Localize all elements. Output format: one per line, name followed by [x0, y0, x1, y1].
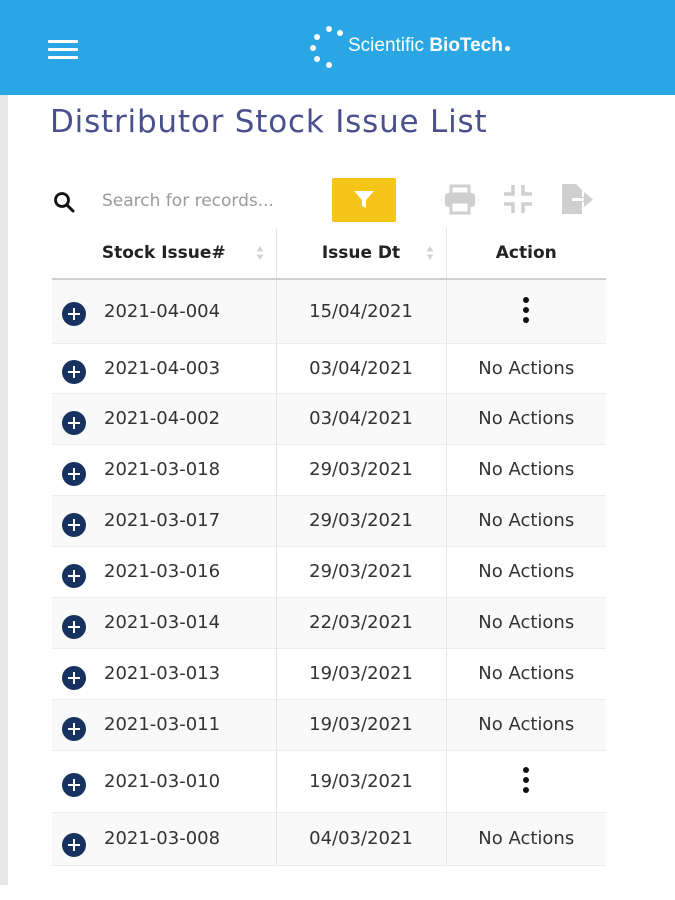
expand-row-icon[interactable]	[62, 614, 86, 639]
issue-date: 29/03/2021	[276, 546, 447, 598]
stock-issue-number: 2021-04-003	[104, 357, 221, 379]
stock-issue-cell: 2021-03-016	[52, 546, 277, 598]
stock-issue-cell: 2021-04-004	[52, 279, 277, 344]
expand-row-icon[interactable]	[62, 772, 86, 797]
more-actions-icon[interactable]	[514, 767, 538, 795]
expand-row-icon[interactable]	[62, 461, 86, 486]
no-actions-label: No Actions	[446, 699, 606, 751]
column-header-stock-issue[interactable]: Stock Issue#	[52, 228, 277, 280]
table-row[interactable]: 2021-03-016 29/03/2021 No Actions	[52, 546, 606, 598]
stock-issue-number: 2021-03-016	[104, 561, 221, 582]
collapse-icon[interactable]	[500, 181, 536, 217]
filter-icon	[354, 191, 374, 208]
stock-issue-cell: 2021-03-018	[52, 444, 277, 496]
expand-row-icon[interactable]	[62, 716, 86, 741]
brand-name-part1: Scientific	[348, 35, 425, 56]
issue-date: 19/03/2021	[276, 750, 447, 813]
column-header-issue-dt[interactable]: Issue Dt	[276, 228, 447, 280]
menu-icon[interactable]	[48, 40, 78, 60]
table-row[interactable]: 2021-03-014 22/03/2021 No Actions	[52, 597, 606, 649]
stock-issue-number: 2021-04-004	[104, 300, 221, 322]
table-row[interactable]: 2021-03-013 19/03/2021 No Actions	[52, 648, 606, 700]
no-actions-label: No Actions	[446, 812, 606, 866]
table-row[interactable]: 2021-04-004 15/04/2021	[52, 279, 606, 344]
expand-row-icon[interactable]	[62, 410, 86, 435]
column-header-action: Action	[446, 228, 606, 280]
no-actions-label: No Actions	[446, 343, 606, 394]
stock-issue-cell: 2021-03-014	[52, 597, 277, 649]
column-header-label: Stock Issue#	[101, 243, 226, 263]
brand-name-part2: BioTech	[429, 35, 503, 56]
table-row[interactable]: 2021-03-018 29/03/2021 No Actions	[52, 444, 606, 496]
expand-row-icon[interactable]	[62, 665, 86, 690]
brand-dot-icon	[504, 46, 510, 51]
expand-row-icon[interactable]	[62, 359, 86, 384]
table-row[interactable]: 2021-03-017 29/03/2021 No Actions	[52, 495, 606, 547]
issue-date: 22/03/2021	[276, 597, 447, 649]
no-actions-label: No Actions	[446, 495, 606, 547]
stock-issue-number: 2021-03-011	[104, 714, 221, 735]
stock-issue-number: 2021-03-010	[104, 770, 221, 792]
stock-issue-number: 2021-03-018	[104, 459, 221, 480]
page-title: Distributor Stock Issue List	[50, 104, 488, 140]
stock-issue-table: Stock Issue# Issue Dt Action 2021-04-004…	[52, 228, 606, 866]
issue-date: 03/04/2021	[276, 393, 447, 445]
issue-date: 29/03/2021	[276, 495, 447, 547]
table-row[interactable]: 2021-03-010 19/03/2021	[52, 750, 606, 813]
stock-issue-number: 2021-03-013	[104, 663, 221, 684]
issue-date: 15/04/2021	[276, 279, 447, 344]
table-row[interactable]: 2021-03-011 19/03/2021 No Actions	[52, 699, 606, 751]
stock-issue-cell: 2021-03-013	[52, 648, 277, 700]
expand-row-icon[interactable]	[62, 512, 86, 537]
column-header-label: Issue Dt	[321, 243, 401, 263]
issue-date: 19/03/2021	[276, 648, 447, 700]
logo-mark-icon	[306, 24, 350, 72]
stock-issue-cell: 2021-03-008	[52, 812, 277, 866]
table-row[interactable]: 2021-03-008 04/03/2021 No Actions	[52, 812, 606, 866]
stock-issue-number: 2021-03-017	[104, 510, 221, 531]
stock-issue-number: 2021-04-002	[104, 408, 221, 429]
issue-date: 03/04/2021	[276, 343, 447, 394]
stock-issue-number: 2021-03-008	[104, 828, 221, 849]
no-actions-label: No Actions	[446, 597, 606, 649]
stock-issue-number: 2021-03-014	[104, 612, 221, 633]
table-header-row: Stock Issue# Issue Dt Action	[52, 228, 606, 280]
expand-row-icon[interactable]	[62, 302, 86, 326]
more-actions-icon[interactable]	[514, 297, 538, 325]
stock-issue-cell: 2021-04-003	[52, 343, 277, 394]
table-row[interactable]: 2021-04-003 03/04/2021 No Actions	[52, 343, 606, 394]
brand-logo[interactable]: Scientific BioTech	[306, 24, 566, 72]
filter-button[interactable]	[332, 178, 396, 222]
issue-date: 19/03/2021	[276, 699, 447, 751]
no-actions-label: No Actions	[446, 393, 606, 445]
action-cell	[446, 279, 606, 344]
search-icon[interactable]	[52, 190, 76, 214]
stock-issue-cell: 2021-03-017	[52, 495, 277, 547]
expand-row-icon[interactable]	[62, 563, 86, 588]
no-actions-label: No Actions	[446, 546, 606, 598]
search-input[interactable]	[94, 184, 340, 218]
sort-icon[interactable]	[256, 245, 264, 261]
sort-icon[interactable]	[426, 245, 434, 261]
no-actions-label: No Actions	[446, 648, 606, 700]
top-bar: Scientific BioTech	[0, 0, 675, 95]
column-header-label: Action	[495, 243, 557, 263]
issue-date: 29/03/2021	[276, 444, 447, 496]
action-cell	[446, 750, 606, 813]
issue-date: 04/03/2021	[276, 812, 447, 866]
stock-issue-cell: 2021-03-011	[52, 699, 277, 751]
export-icon[interactable]	[558, 181, 594, 217]
stock-issue-cell: 2021-04-002	[52, 393, 277, 445]
print-icon[interactable]	[442, 181, 478, 217]
stock-issue-cell: 2021-03-010	[52, 750, 277, 813]
no-actions-label: No Actions	[446, 444, 606, 496]
table-row[interactable]: 2021-04-002 03/04/2021 No Actions	[52, 393, 606, 445]
brand-name: Scientific BioTech	[348, 35, 510, 57]
left-edge	[0, 95, 8, 885]
expand-row-icon[interactable]	[62, 832, 86, 857]
